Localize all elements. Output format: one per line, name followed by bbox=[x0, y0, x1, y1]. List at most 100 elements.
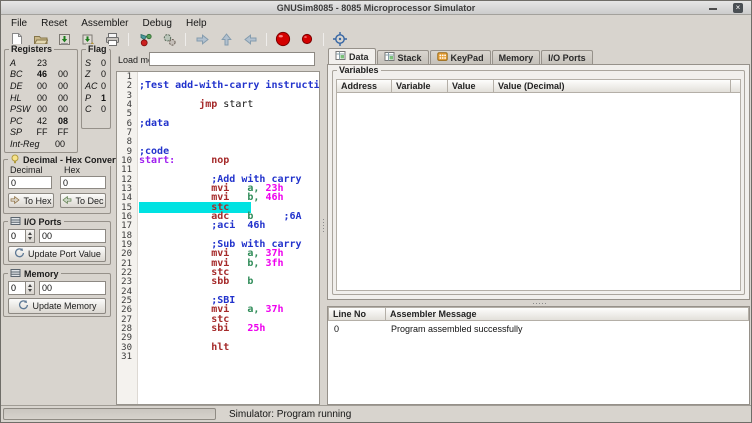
menu-help[interactable]: Help bbox=[179, 17, 214, 30]
to-hex-button[interactable]: To Hex bbox=[8, 193, 54, 208]
flag-value[interactable]: 1 bbox=[97, 93, 110, 103]
spin-down-icon[interactable] bbox=[26, 288, 34, 294]
flag-value[interactable]: 0 bbox=[97, 81, 110, 91]
register-value-hi[interactable]: 00 bbox=[31, 93, 53, 103]
register-value-hi[interactable]: 23 bbox=[31, 58, 53, 68]
step-into-button[interactable] bbox=[238, 31, 262, 47]
save-file-button[interactable] bbox=[52, 31, 76, 47]
variables-body[interactable] bbox=[336, 93, 741, 291]
messages-body[interactable]: 0Program assembled successfully bbox=[328, 321, 749, 404]
flag-value[interactable]: 0 bbox=[97, 104, 110, 114]
io-port-value-input[interactable] bbox=[39, 229, 106, 243]
tab-stack[interactable]: Stack bbox=[377, 50, 429, 64]
refresh-icon bbox=[17, 299, 29, 313]
source-editor[interactable]: 12;Test add-with-carry instructions34 jm… bbox=[116, 71, 320, 405]
line-code: ;aci 46h bbox=[134, 221, 265, 230]
decimal-input[interactable] bbox=[8, 176, 52, 189]
register-value-hi[interactable]: 00 bbox=[31, 81, 53, 91]
menu-file[interactable]: File bbox=[4, 17, 34, 30]
registers-title: Registers bbox=[9, 44, 54, 54]
step-over-button[interactable] bbox=[190, 31, 214, 47]
minimize-button[interactable] bbox=[709, 8, 717, 10]
show-current-line-button[interactable] bbox=[328, 31, 352, 47]
assemble-button[interactable] bbox=[133, 31, 157, 47]
editor-line-6[interactable]: 6;data bbox=[117, 119, 319, 128]
register-value-lo[interactable]: 00 bbox=[53, 104, 73, 114]
flags-title: Flag bbox=[86, 44, 109, 54]
register-value-hi[interactable]: 46 bbox=[31, 69, 53, 79]
toolbar-separator bbox=[266, 33, 267, 46]
close-button[interactable]: × bbox=[733, 3, 743, 13]
status-text: Simulator: Program running bbox=[229, 409, 351, 420]
sidebar: Registers A23BC4600DE0000HL0000PSW0000PC… bbox=[1, 47, 115, 405]
tab-data[interactable]: Data bbox=[328, 48, 376, 64]
tab-keypad[interactable]: KeyPad bbox=[430, 50, 491, 64]
menu-assembler[interactable]: Assembler bbox=[74, 17, 135, 30]
registers-panel: Registers A23BC4600DE0000HL0000PSW0000PC… bbox=[4, 49, 78, 153]
menu-reset[interactable]: Reset bbox=[34, 17, 74, 30]
editor-line-28[interactable]: 28 sbi 25h bbox=[117, 324, 319, 333]
register-row-sp: SPFFFF bbox=[5, 127, 77, 139]
register-value-hi[interactable]: 00 bbox=[31, 104, 53, 114]
menu-debug[interactable]: Debug bbox=[136, 17, 179, 30]
line-number: 21 bbox=[117, 259, 134, 268]
variables-column-spacer bbox=[731, 79, 741, 93]
variables-column-value[interactable]: Value bbox=[448, 79, 494, 93]
variables-column-value-decimal-[interactable]: Value (Decimal) bbox=[494, 79, 731, 93]
editor-line-10[interactable]: 10start: nop bbox=[117, 156, 319, 165]
stop-button[interactable] bbox=[295, 31, 319, 47]
flag-value[interactable]: 0 bbox=[97, 58, 110, 68]
update-port-value-button[interactable]: Update Port Value bbox=[8, 246, 106, 262]
show-listing-button[interactable] bbox=[157, 31, 181, 47]
register-value[interactable]: 00 bbox=[43, 139, 77, 149]
update-memory-button[interactable]: Update Memory bbox=[8, 298, 106, 314]
step-out-button[interactable] bbox=[214, 31, 238, 47]
register-row-psw: PSW0000 bbox=[5, 103, 77, 115]
register-value-lo[interactable]: 00 bbox=[53, 69, 73, 79]
register-row-hl: HL0000 bbox=[5, 92, 77, 104]
register-value-lo[interactable]: FF bbox=[53, 127, 73, 137]
flag-row-p: P1 bbox=[82, 92, 110, 104]
editor-line-30[interactable]: 30 hlt bbox=[117, 343, 319, 352]
messages-column-line-no[interactable]: Line No bbox=[328, 307, 386, 321]
tab-memory[interactable]: Memory bbox=[492, 50, 541, 64]
editor-line-4[interactable]: 4 jmp start bbox=[117, 100, 319, 109]
flag-value[interactable]: 0 bbox=[97, 69, 110, 79]
memory-address-stepper[interactable] bbox=[8, 281, 35, 295]
arrow-left-icon bbox=[62, 195, 72, 207]
messages-header: Line NoAssembler Message bbox=[328, 307, 749, 321]
memory-panel: Memory Update Memory bbox=[3, 273, 111, 317]
vertical-splitter[interactable] bbox=[320, 47, 327, 405]
memory-address-input[interactable] bbox=[9, 282, 25, 294]
register-value-hi[interactable]: FF bbox=[31, 127, 53, 137]
toolbar-separator bbox=[323, 33, 324, 46]
editor-line-2[interactable]: 2;Test add-with-carry instructions bbox=[117, 81, 319, 90]
memory-value-input[interactable] bbox=[39, 281, 106, 295]
toolbar-separator bbox=[128, 33, 129, 46]
progress-bar bbox=[3, 408, 216, 420]
variables-column-variable[interactable]: Variable bbox=[392, 79, 448, 93]
spin-down-icon[interactable] bbox=[26, 236, 34, 242]
io-port-address-input[interactable] bbox=[9, 230, 25, 242]
register-name: SP bbox=[5, 127, 31, 137]
register-value-lo[interactable]: 00 bbox=[53, 81, 73, 91]
variables-column-address[interactable]: Address bbox=[336, 79, 392, 93]
register-value-hi[interactable]: 42 bbox=[31, 116, 53, 126]
line-number: 10 bbox=[117, 156, 134, 165]
tab-i-o-ports[interactable]: I/O Ports bbox=[541, 50, 593, 64]
messages-column-assembler-message[interactable]: Assembler Message bbox=[386, 307, 749, 321]
register-value-lo[interactable]: 08 bbox=[53, 116, 73, 126]
run-button[interactable] bbox=[271, 31, 295, 47]
editor-line-17[interactable]: 17 ;aci 46h bbox=[117, 221, 319, 230]
message-row[interactable]: 0Program assembled successfully bbox=[328, 321, 749, 334]
load-me-at-input[interactable] bbox=[149, 52, 315, 66]
register-value-lo[interactable]: 00 bbox=[53, 93, 73, 103]
to-dec-button[interactable]: To Dec bbox=[60, 193, 106, 208]
io-port-address-stepper[interactable] bbox=[8, 229, 35, 243]
line-code bbox=[134, 128, 139, 137]
flag-name: Z bbox=[82, 69, 97, 79]
editor-line-31[interactable]: 31 bbox=[117, 352, 319, 361]
hex-input[interactable] bbox=[60, 176, 106, 189]
editor-line-7[interactable]: 7 bbox=[117, 128, 319, 137]
editor-line-23[interactable]: 23 sbb b bbox=[117, 277, 319, 286]
